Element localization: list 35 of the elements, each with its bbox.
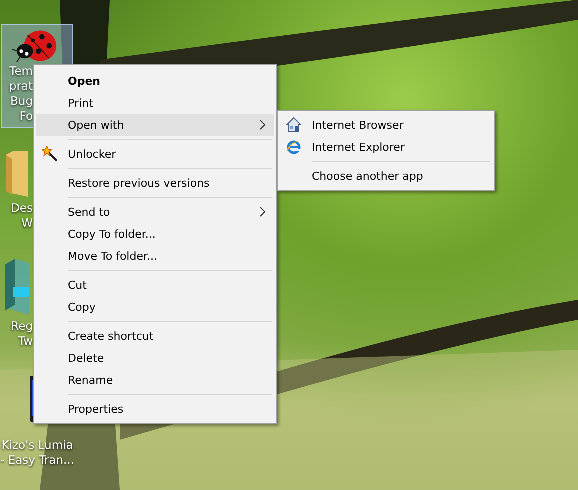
menu-item[interactable]: Delete: [36, 347, 274, 369]
menu-item[interactable]: Move To folder...: [36, 245, 274, 267]
menu-item[interactable]: Copy To folder...: [36, 223, 274, 245]
desktop-icon-label: Reg: [11, 319, 33, 334]
menu-item[interactable]: Internet Explorer: [280, 136, 492, 158]
chevron-right-icon: [260, 207, 266, 217]
menu-item[interactable]: Properties: [36, 398, 274, 420]
desktop-icon-label: Tw: [18, 334, 33, 349]
desktop-icon-label: - Easy Tran...: [0, 453, 74, 468]
menu-item[interactable]: Copy: [36, 296, 274, 318]
menu-item[interactable]: Rename: [36, 369, 274, 391]
menu-item[interactable]: Print: [36, 92, 274, 114]
menu-item[interactable]: Open with: [36, 114, 274, 136]
browser-e-icon: [286, 139, 302, 155]
menu-item[interactable]: Send to: [36, 201, 274, 223]
menu-item[interactable]: Cut: [36, 274, 274, 296]
house-icon: [286, 117, 302, 133]
menu-item[interactable]: Restore previous versions: [36, 172, 274, 194]
desktop-icon-label: Bug: [10, 94, 33, 109]
menu-item[interactable]: Choose another app: [280, 165, 492, 187]
desktop-icon-tile[interactable]: [1, 24, 73, 64]
menu-item[interactable]: Create shortcut: [36, 325, 274, 347]
desktop-icon-label: Tem: [10, 64, 33, 79]
menu-item[interactable]: Unlocker: [36, 143, 274, 165]
desktop-icon-label: Des: [11, 201, 33, 216]
menu-item[interactable]: Open: [36, 70, 274, 92]
chevron-right-icon: [260, 120, 266, 130]
desktop-icon-label: W: [22, 216, 33, 231]
glass-box-icon: [5, 259, 29, 315]
desktop-icon-label: Fo: [20, 109, 33, 124]
menu-item[interactable]: Internet Browser: [280, 114, 492, 136]
folder-icon: [6, 151, 28, 197]
desktop-icon-label: prat: [9, 79, 33, 94]
magic-wand-icon: [42, 146, 58, 162]
desktop-icon-label: Kizo's Lumia: [2, 438, 74, 453]
